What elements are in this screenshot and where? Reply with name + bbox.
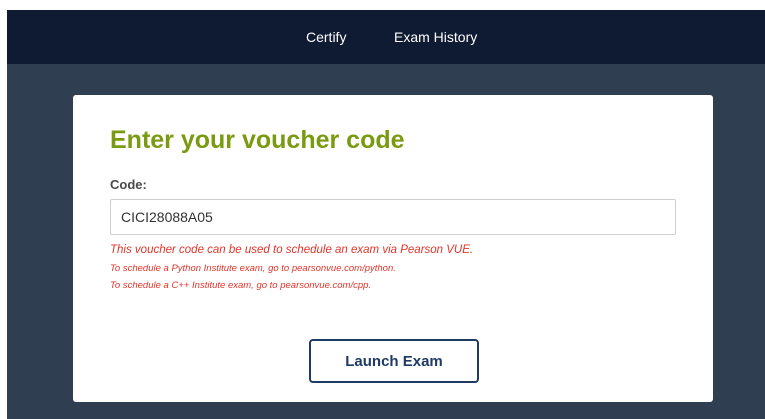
- nav-certify-link[interactable]: Certify: [306, 10, 346, 64]
- left-edge-strip: [0, 0, 7, 419]
- launch-exam-button[interactable]: Launch Exam: [309, 339, 479, 383]
- voucher-card: Enter your voucher code Code: This vouch…: [73, 95, 713, 402]
- cpp-exam-message: To schedule a C++ Institute exam, go to …: [110, 280, 372, 291]
- code-label: Code:: [110, 177, 147, 192]
- voucher-title: Enter your voucher code: [110, 126, 405, 154]
- app-viewport: Certify Exam History Enter your voucher …: [0, 0, 765, 419]
- voucher-info-message: This voucher code can be used to schedul…: [110, 244, 474, 256]
- voucher-code-input[interactable]: [110, 199, 676, 235]
- nav-exam-history-link[interactable]: Exam History: [394, 10, 477, 64]
- python-exam-message: To schedule a Python Institute exam, go …: [110, 263, 396, 274]
- top-navigation: Certify Exam History: [7, 10, 765, 64]
